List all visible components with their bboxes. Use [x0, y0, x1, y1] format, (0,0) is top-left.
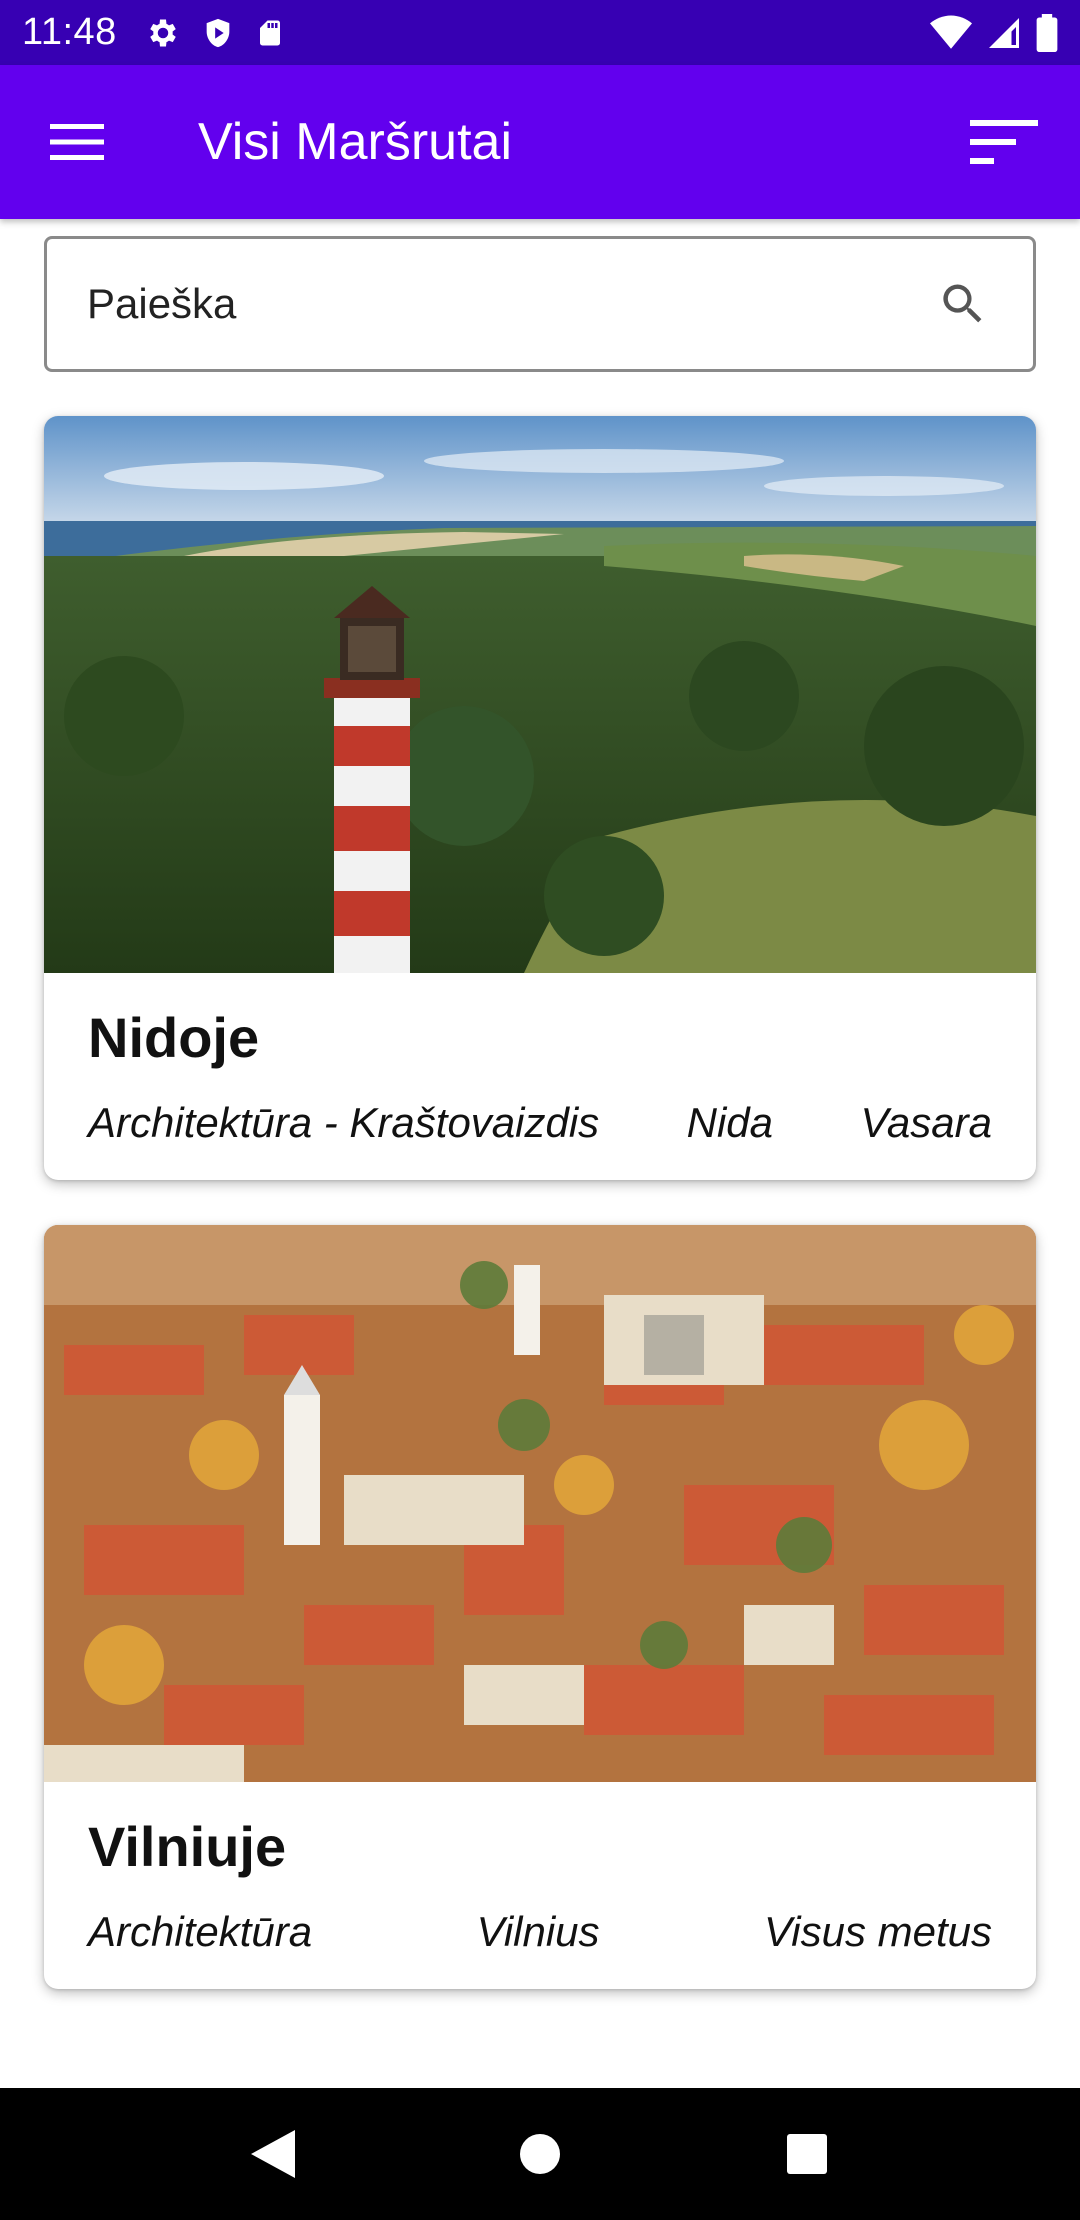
search-icon — [943, 284, 982, 323]
sort-filter-icon — [970, 120, 1038, 164]
search-button[interactable] — [933, 274, 993, 334]
page-title: Visi Maršrutai — [198, 113, 513, 171]
status-icons-right — [930, 13, 1058, 52]
battery-icon — [1036, 13, 1058, 52]
search-input[interactable] — [87, 280, 933, 328]
route-image-lighthouse — [44, 416, 1036, 973]
route-meta: Architektūra - Kraštovaizdis Nida Vasara — [88, 1099, 992, 1147]
route-city: Vilnius — [476, 1908, 600, 1955]
sort-filter-button[interactable] — [964, 107, 1044, 177]
route-season: Visus metus — [764, 1908, 992, 1955]
wifi-icon — [930, 15, 972, 49]
card-body: Nidoje Architektūra - Kraštovaizdis Nida… — [44, 1005, 1036, 1147]
back-button[interactable] — [233, 2114, 313, 2194]
home-button[interactable] — [500, 2114, 580, 2194]
app-bar: Visi Maršrutai — [0, 65, 1080, 219]
sd-card-icon — [259, 20, 280, 45]
route-city: Nida — [686, 1099, 774, 1146]
recents-button[interactable] — [767, 2114, 847, 2194]
system-nav-bar — [0, 2088, 1080, 2220]
route-category: Architektūra - Kraštovaizdis — [88, 1099, 600, 1146]
cell-signal-icon — [989, 17, 1019, 48]
status-bar: 11:48 — [0, 0, 1080, 65]
back-triangle-icon — [251, 2130, 296, 2178]
route-card-vilniuje[interactable]: Vilniuje Architektūra Vilnius Visus metu… — [44, 1225, 1036, 1989]
card-body: Vilniuje Architektūra Vilnius Visus metu… — [44, 1814, 1036, 1956]
recents-square-icon — [786, 2134, 827, 2174]
route-title: Nidoje — [88, 1006, 260, 1069]
search-box[interactable] — [44, 236, 1036, 372]
route-meta: Architektūra Vilnius Visus metus — [88, 1908, 992, 1956]
route-card-nidoje[interactable]: Nidoje Architektūra - Kraštovaizdis Nida… — [44, 416, 1036, 1180]
vilnius-old-town-aerial-photo — [44, 1225, 1036, 1782]
lighthouse-forest-coast-photo — [44, 416, 1036, 973]
route-image-vilnius — [44, 1225, 1036, 1782]
status-time: 11:48 — [22, 11, 117, 53]
route-category: Architektūra — [88, 1908, 313, 1955]
menu-button[interactable] — [42, 107, 112, 177]
gear-icon — [150, 19, 176, 46]
home-circle-icon — [519, 2134, 560, 2174]
route-title: Vilniuje — [88, 1815, 287, 1878]
route-season: Vasara — [860, 1099, 992, 1146]
status-icons-left — [145, 15, 285, 51]
hamburger-menu-icon — [50, 124, 104, 160]
shield-icon — [206, 18, 230, 47]
